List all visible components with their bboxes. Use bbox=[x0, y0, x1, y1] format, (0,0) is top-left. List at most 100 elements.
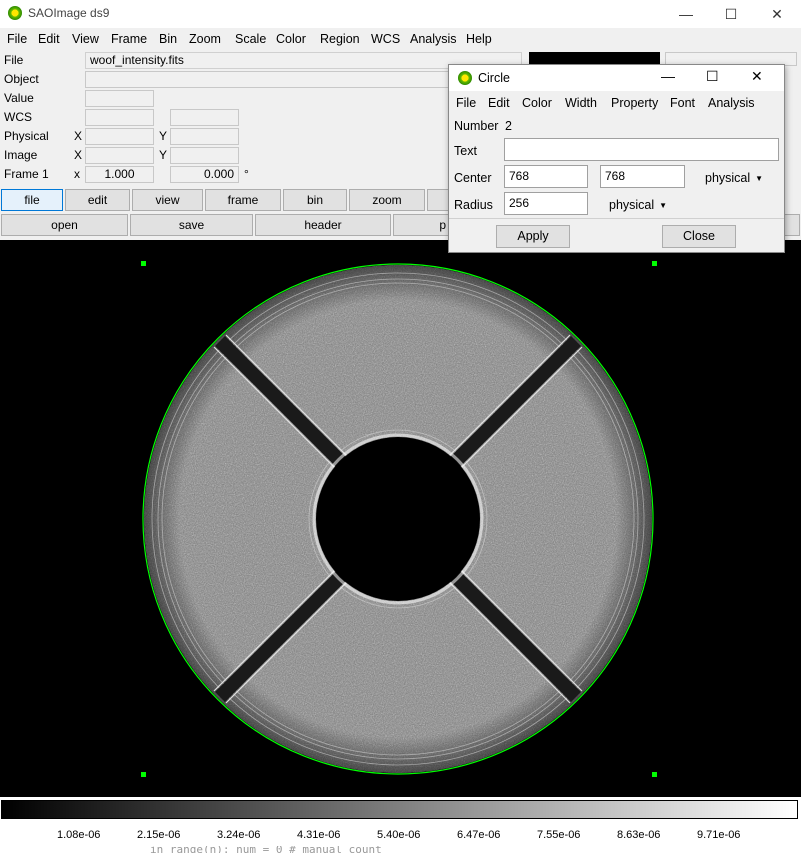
physical-y-field bbox=[170, 128, 239, 145]
close-dialog-button[interactable]: Close bbox=[662, 225, 736, 248]
menu-analysis[interactable]: Analysis bbox=[410, 32, 457, 46]
menu-color[interactable]: Color bbox=[276, 32, 306, 46]
menu-frame[interactable]: Frame bbox=[111, 32, 147, 46]
object-field bbox=[85, 71, 450, 88]
center-label: Center bbox=[454, 171, 492, 185]
menu-bar: File Edit View Frame Bin Zoom Scale Colo… bbox=[0, 29, 801, 49]
dropdown-arrow-icon: ▼ bbox=[755, 174, 764, 183]
dialog-minimize-button[interactable]: — bbox=[661, 68, 675, 84]
buttonbar-zoom[interactable]: zoom bbox=[349, 189, 425, 211]
wcs-y-field bbox=[170, 109, 239, 126]
file-label: File bbox=[4, 53, 24, 67]
physical-x-field bbox=[85, 128, 154, 145]
menu-scale[interactable]: Scale bbox=[235, 32, 266, 46]
dialog-menu-analysis[interactable]: Analysis bbox=[708, 96, 755, 110]
image-x-field bbox=[85, 147, 154, 164]
region-handle-bottom-left[interactable] bbox=[141, 772, 146, 777]
buttonbar-header[interactable]: header bbox=[255, 214, 391, 236]
colorbar[interactable] bbox=[1, 800, 798, 819]
buttonbar-page-setup[interactable]: p bbox=[393, 214, 451, 236]
object-label: Object bbox=[4, 72, 39, 86]
dialog-menu-property[interactable]: Property bbox=[611, 96, 658, 110]
colorbar-tick: 3.24e-06 bbox=[217, 829, 261, 841]
radius-label: Radius bbox=[454, 198, 493, 212]
angle-value-field: 0.000 bbox=[170, 166, 239, 183]
region-handle-top-left[interactable] bbox=[141, 261, 146, 266]
image-canvas[interactable] bbox=[0, 240, 801, 797]
apply-button[interactable]: Apply bbox=[496, 225, 570, 248]
center-system-select[interactable]: physical ▼ bbox=[705, 171, 763, 185]
radius-system-select[interactable]: physical ▼ bbox=[609, 198, 667, 212]
menu-region[interactable]: Region bbox=[320, 32, 360, 46]
buttonbar-open[interactable]: open bbox=[1, 214, 128, 236]
physical-x-label: X bbox=[74, 129, 83, 143]
center-x-input[interactable]: 768 bbox=[504, 165, 588, 188]
buttonbar-save[interactable]: save bbox=[130, 214, 253, 236]
buttonbar-file[interactable]: file bbox=[1, 189, 63, 211]
fits-image bbox=[140, 260, 660, 780]
frame-label: Frame 1 bbox=[4, 167, 49, 181]
colorbar-tick: 2.15e-06 bbox=[137, 829, 181, 841]
dialog-menu-font[interactable]: Font bbox=[670, 96, 695, 110]
buttonbar-edit[interactable]: edit bbox=[65, 189, 130, 211]
dialog-title: Circle bbox=[478, 71, 510, 85]
angle-unit: ° bbox=[244, 167, 249, 181]
colorbar-tick: 9.71e-06 bbox=[697, 829, 741, 841]
dialog-divider bbox=[449, 218, 784, 219]
ds9-logo-icon bbox=[458, 71, 472, 85]
background-window-text: in range(n): num = 0 # manual count bbox=[150, 846, 382, 853]
radius-system-value: physical bbox=[609, 198, 655, 212]
frame-x-label: x bbox=[74, 167, 80, 181]
physical-label: Physical bbox=[4, 129, 49, 143]
dialog-title-bar: Circle — ☐ ✕ bbox=[449, 65, 784, 91]
physical-y-label: Y bbox=[159, 129, 168, 143]
dialog-maximize-button[interactable]: ☐ bbox=[706, 68, 719, 85]
wcs-x-field bbox=[85, 109, 154, 126]
center-system-value: physical bbox=[705, 171, 751, 185]
colorbar-tick: 5.40e-06 bbox=[377, 829, 421, 841]
menu-wcs[interactable]: WCS bbox=[371, 32, 400, 46]
buttonbar-frame[interactable]: frame bbox=[205, 189, 281, 211]
close-button[interactable]: ✕ bbox=[754, 0, 800, 28]
image-y-field bbox=[170, 147, 239, 164]
image-y-label: Y bbox=[159, 148, 168, 162]
number-value: 2 bbox=[505, 119, 512, 133]
menu-file[interactable]: File bbox=[7, 32, 27, 46]
colorbar-tick: 6.47e-06 bbox=[457, 829, 501, 841]
wcs-label: WCS bbox=[4, 110, 32, 124]
dialog-menu-file[interactable]: File bbox=[456, 96, 476, 110]
dialog-menu-edit[interactable]: Edit bbox=[488, 96, 510, 110]
colorbar-tick: 8.63e-06 bbox=[617, 829, 661, 841]
maximize-button[interactable]: ☐ bbox=[708, 0, 754, 28]
menu-edit[interactable]: Edit bbox=[38, 32, 60, 46]
menu-bin[interactable]: Bin bbox=[159, 32, 177, 46]
radius-input[interactable]: 256 bbox=[504, 192, 588, 215]
app-title: SAOImage ds9 bbox=[28, 6, 110, 20]
minimize-button[interactable]: — bbox=[663, 0, 709, 28]
region-handle-top-right[interactable] bbox=[652, 261, 657, 266]
ds9-logo-icon bbox=[8, 6, 22, 20]
app-title-bar: SAOImage ds9 — ☐ ✕ bbox=[0, 0, 801, 28]
dialog-close-button[interactable]: ✕ bbox=[751, 68, 763, 85]
value-field bbox=[85, 90, 154, 107]
circle-dialog: Circle — ☐ ✕ File Edit Color Width Prope… bbox=[448, 64, 785, 253]
image-x-label: X bbox=[74, 148, 83, 162]
menu-help[interactable]: Help bbox=[466, 32, 492, 46]
image-label: Image bbox=[4, 148, 38, 162]
buttonbar-view[interactable]: view bbox=[132, 189, 203, 211]
dropdown-arrow-icon: ▼ bbox=[659, 201, 668, 210]
text-input[interactable] bbox=[504, 138, 779, 161]
menu-view[interactable]: View bbox=[72, 32, 99, 46]
dialog-menu-width[interactable]: Width bbox=[565, 96, 597, 110]
buttonbar-bin[interactable]: bin bbox=[283, 189, 347, 211]
region-handle-bottom-right[interactable] bbox=[652, 772, 657, 777]
number-label: Number bbox=[454, 119, 499, 133]
zoom-value-field: 1.000 bbox=[85, 166, 154, 183]
value-label: Value bbox=[4, 91, 34, 105]
center-y-input[interactable]: 768 bbox=[600, 165, 685, 188]
colorbar-tick: 7.55e-06 bbox=[537, 829, 581, 841]
colorbar-tick: 4.31e-06 bbox=[297, 829, 341, 841]
colorbar-tick: 1.08e-06 bbox=[57, 829, 101, 841]
dialog-menu-color[interactable]: Color bbox=[522, 96, 552, 110]
menu-zoom[interactable]: Zoom bbox=[189, 32, 221, 46]
